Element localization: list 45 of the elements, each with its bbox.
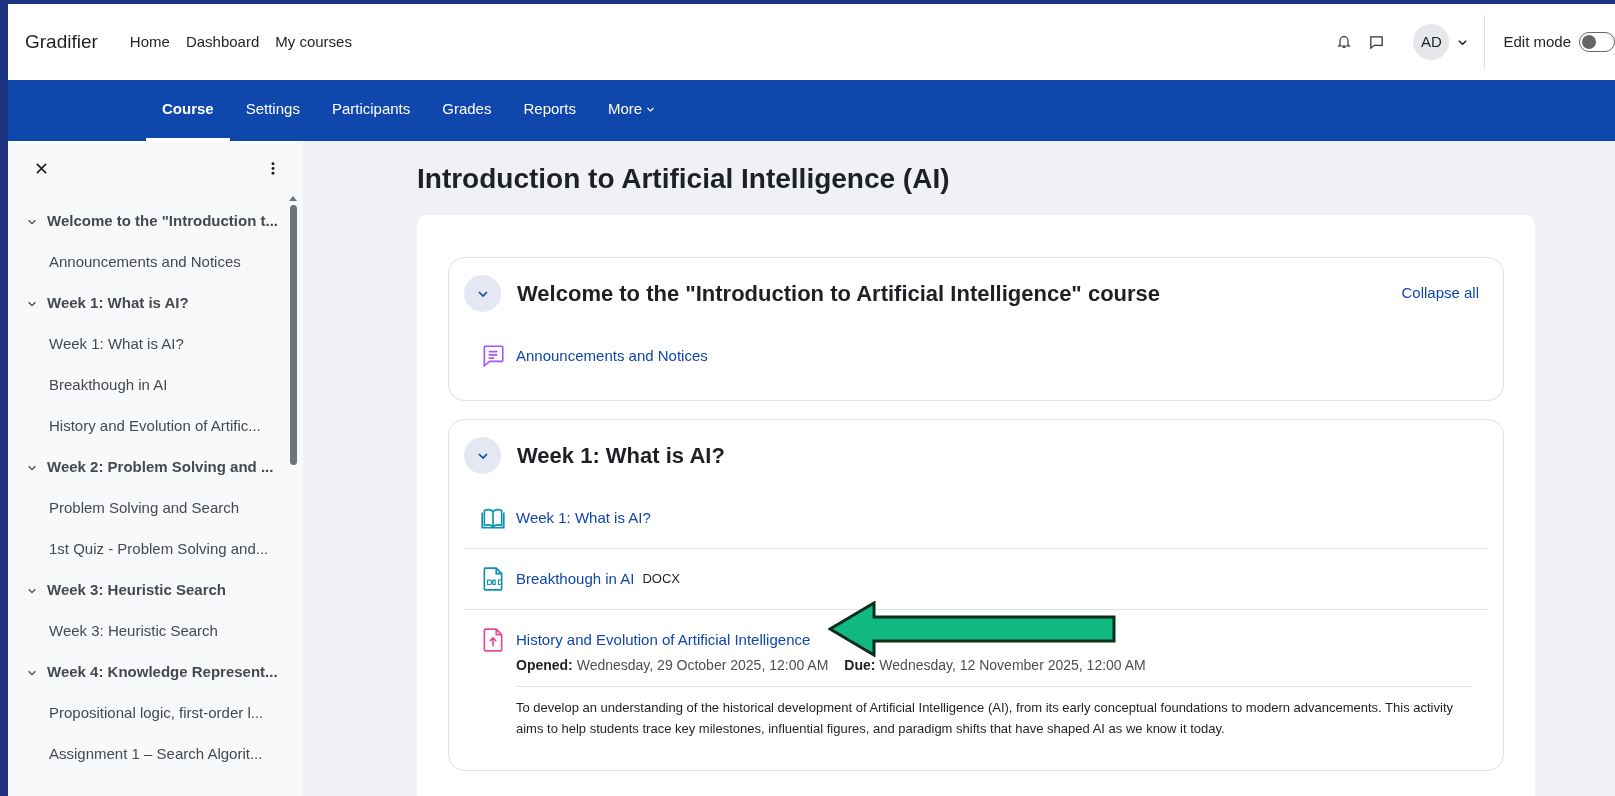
file-type-label: DOCX bbox=[642, 570, 680, 589]
section-link[interactable]: Week 2: Problem Solving and ... bbox=[27, 447, 288, 488]
section-link[interactable]: Week 3: Heuristic Search bbox=[27, 570, 288, 611]
opened-date: Opened: Wednesday, 29 October 2025, 12:00 AM bbox=[516, 656, 829, 675]
edit-mode-label: Edit mode bbox=[1503, 31, 1571, 52]
activity-link[interactable]: Assignment 1 – Search Algorit... bbox=[27, 734, 288, 775]
section-link[interactable]: Welcome to the "Introduction t... bbox=[27, 201, 288, 242]
activity-link[interactable]: Week 1: What is AI? bbox=[27, 324, 288, 365]
activity-link[interactable]: Week 1: What is AI? bbox=[516, 506, 651, 530]
more-options-icon[interactable] bbox=[271, 162, 275, 175]
course-tab[interactable]: Participants bbox=[315, 80, 427, 141]
activity-link[interactable]: Problem Solving and Search bbox=[27, 488, 288, 529]
collapse-toggle[interactable] bbox=[464, 275, 501, 312]
bell-icon[interactable] bbox=[1336, 34, 1353, 50]
activity-link[interactable]: History and Evolution of Artific... bbox=[27, 406, 288, 447]
section-link[interactable]: Week 4: Knowledge Represent... bbox=[27, 652, 288, 693]
nav-link[interactable]: Dashboard bbox=[185, 30, 260, 54]
collapse-all-link[interactable]: Collapse all bbox=[1401, 282, 1479, 305]
edit-mode-switch[interactable] bbox=[1579, 32, 1615, 52]
user-menu[interactable]: AD bbox=[1413, 24, 1469, 60]
nav-link[interactable]: My courses bbox=[275, 30, 352, 54]
section-link[interactable]: Week 1: What is AI? bbox=[27, 283, 288, 324]
page-title: Introduction to Artificial Intelligence (AI) bbox=[417, 162, 951, 196]
course-tab[interactable]: Grades bbox=[426, 80, 508, 141]
activity-link[interactable]: Breakthough in AI bbox=[516, 567, 635, 591]
activity-link[interactable]: Announcements and Notices bbox=[27, 242, 288, 283]
chat-icon[interactable] bbox=[1368, 33, 1386, 51]
activity-link[interactable]: Propositional logic, first-order l... bbox=[27, 693, 288, 734]
activity-link[interactable]: Breakthough in AI bbox=[27, 365, 288, 406]
collapse-toggle[interactable] bbox=[464, 437, 501, 474]
activity-link[interactable]: Announcements and Notices bbox=[516, 344, 708, 368]
section-title: Welcome to the "Introduction to Artificial Intelligence" course bbox=[517, 280, 1162, 308]
activity-link[interactable]: History and Evolution of Artificial Intelligence bbox=[516, 628, 811, 652]
section-title: Week 1: What is AI? bbox=[517, 442, 726, 470]
nav-link[interactable]: Home bbox=[129, 30, 170, 54]
course-tab[interactable]: Reports bbox=[507, 80, 592, 141]
course-tab[interactable]: More bbox=[592, 80, 672, 141]
course-tab[interactable]: Settings bbox=[229, 80, 316, 141]
due-date: Due: Wednesday, 12 November 2025, 12:00 AM bbox=[844, 656, 1146, 675]
activity-link[interactable]: 1st Quiz - Problem Solving and... bbox=[27, 529, 288, 570]
site-logo[interactable]: Gradifier bbox=[25, 27, 98, 57]
close-icon[interactable] bbox=[36, 163, 47, 174]
user-avatar: AD bbox=[1413, 24, 1450, 60]
activity-link[interactable]: Week 3: Heuristic Search bbox=[27, 611, 288, 652]
activity-description: To develop an understanding of the historical development of Artificial Intelligence (AI), from its early conceptual foundations to modern advancements. This activity aims to help students trace key milestones, influential figures, and paradigm shifts that have shaped AI as we know it today. bbox=[516, 699, 1454, 738]
